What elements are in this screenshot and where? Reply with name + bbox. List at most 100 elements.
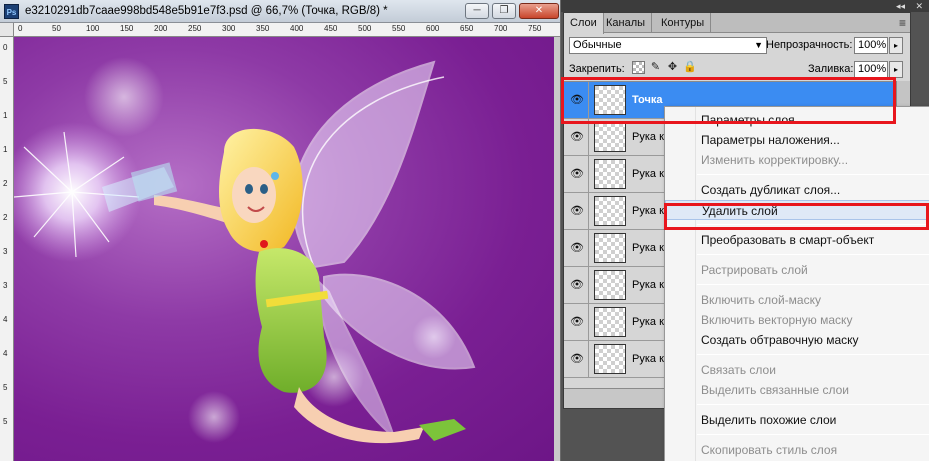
document-window: Ps e3210291db7caae998bd548e5b91e7f3.psd … xyxy=(0,0,560,461)
ruler-tick-label: 500 xyxy=(358,24,372,33)
ruler-tick-label: 200 xyxy=(154,24,168,33)
menu-item: Связать слои xyxy=(701,363,776,377)
layer-context-menu: Параметры слоя... Параметры наложения... И… xyxy=(664,106,929,461)
eye-icon[interactable]: 👁 xyxy=(568,315,586,329)
eye-icon[interactable]: 👁 xyxy=(568,167,586,181)
eye-icon[interactable]: 👁 xyxy=(568,241,586,255)
ruler-tick-label: 750 xyxy=(528,24,542,33)
opacity-slider-arrow-icon[interactable]: ▸ xyxy=(889,37,903,54)
divider xyxy=(588,119,589,156)
menu-item[interactable]: Преобразовать в смарт-объект xyxy=(665,230,929,250)
menu-separator xyxy=(697,254,929,255)
minimize-button[interactable]: ─ xyxy=(465,3,489,19)
fill-slider-arrow-icon[interactable]: ▸ xyxy=(889,61,903,78)
layer-thumbnail[interactable] xyxy=(594,233,626,263)
divider xyxy=(588,230,589,267)
ruler-tick-label: 300 xyxy=(222,24,236,33)
layer-thumbnail[interactable] xyxy=(594,344,626,374)
document-canvas[interactable] xyxy=(14,37,554,461)
ruler-tick-label: 2 xyxy=(3,213,8,222)
chevron-down-icon: ▼ xyxy=(754,40,763,50)
document-titlebar[interactable]: Ps e3210291db7caae998bd548e5b91e7f3.psd … xyxy=(0,0,560,23)
divider xyxy=(588,267,589,304)
divider xyxy=(588,156,589,193)
layer-thumbnail[interactable] xyxy=(594,307,626,337)
eye-icon[interactable]: 👁 xyxy=(568,352,586,366)
menu-item[interactable]: Создать обтравочную маску xyxy=(665,330,929,350)
ruler-tick-label: 5 xyxy=(3,77,8,86)
horizontal-ruler[interactable]: 0 50 100 150 200 250 300 350 400 450 500 550 600 650 7… xyxy=(14,23,560,37)
panel-dock-header[interactable]: ◂◂ ✕ xyxy=(561,0,929,12)
menu-separator xyxy=(697,354,929,355)
lock-brush-icon[interactable]: ✎ xyxy=(649,61,662,74)
lock-transparent-icon[interactable] xyxy=(632,61,645,74)
lock-label: Закрепить: xyxy=(569,63,625,75)
divider xyxy=(588,304,589,341)
ruler-tick-label: 5 xyxy=(3,417,8,426)
layer-name: Рука к xyxy=(632,131,664,143)
ruler-tick-label: 600 xyxy=(426,24,440,33)
ruler-tick-label: 3 xyxy=(3,281,8,290)
eye-icon[interactable]: 👁 xyxy=(568,278,586,292)
restore-button[interactable]: ❐ xyxy=(492,3,516,19)
ruler-tick-label: 1 xyxy=(3,111,8,120)
eye-icon[interactable]: 👁 xyxy=(568,130,586,144)
ruler-tick-label: 2 xyxy=(3,179,8,188)
ruler-tick-label: 700 xyxy=(494,24,508,33)
layer-name: Рука к xyxy=(632,168,664,180)
photoshop-icon: Ps xyxy=(4,4,19,19)
eye-icon[interactable]: 👁 xyxy=(568,204,586,218)
divider xyxy=(588,341,589,378)
tab-layers[interactable]: Слои xyxy=(564,13,604,34)
ruler-tick-label: 0 xyxy=(3,43,8,52)
ruler-corner[interactable] xyxy=(0,23,14,37)
fill-input[interactable]: 100% xyxy=(854,61,888,78)
layer-thumbnail[interactable] xyxy=(594,85,626,115)
panel-tabs: Слои Каналы Контуры ≡ xyxy=(564,13,910,34)
menu-item[interactable]: Создать дубликат слоя... xyxy=(665,180,929,200)
ruler-tick-label: 0 xyxy=(18,24,23,33)
menu-separator xyxy=(697,224,929,225)
opacity-label: Непрозрачность: xyxy=(766,39,853,51)
vertical-ruler[interactable]: 0 5 1 1 2 2 3 3 4 4 5 5 xyxy=(0,37,14,461)
ruler-tick-label: 350 xyxy=(256,24,270,33)
collapse-arrows-icon[interactable]: ◂◂ xyxy=(896,0,905,12)
fill-label: Заливка: xyxy=(808,63,854,75)
eye-icon[interactable]: 👁 xyxy=(568,93,586,107)
lock-move-icon[interactable]: ✥ xyxy=(666,61,679,74)
dock-close-icon[interactable]: ✕ xyxy=(915,0,923,12)
layer-thumbnail[interactable] xyxy=(594,159,626,189)
document-title: e3210291db7caae998bd548e5b91e7f3.psd @ 6… xyxy=(25,5,388,17)
blend-mode-select[interactable]: Обычные ▼ xyxy=(569,37,767,54)
menu-item: Включить слой-маску xyxy=(701,293,821,307)
menu-item[interactable]: Параметры слоя... xyxy=(665,110,929,130)
ruler-tick-label: 250 xyxy=(188,24,202,33)
menu-item[interactable]: Выделить похожие слои xyxy=(665,410,929,430)
tab-paths[interactable]: Контуры xyxy=(655,13,712,33)
layer-name: Рука к xyxy=(632,205,664,217)
canvas-vertical-scrollbar[interactable] xyxy=(554,37,560,461)
menu-item[interactable]: Параметры наложения... xyxy=(665,130,929,150)
panel-menu-icon[interactable]: ≡ xyxy=(899,16,906,30)
lock-all-icon[interactable]: 🔒 xyxy=(683,61,697,74)
ruler-tick-label: 400 xyxy=(290,24,304,33)
ruler-tick-label: 4 xyxy=(3,349,8,358)
layer-name: Точка xyxy=(632,94,663,106)
menu-item: Включить векторную маску xyxy=(701,313,853,327)
ruler-tick-label: 3 xyxy=(3,247,8,256)
layer-name: Рука к xyxy=(632,316,664,328)
menu-item: Скопировать стиль слоя xyxy=(701,443,838,457)
tab-channels[interactable]: Каналы xyxy=(600,13,653,33)
lock-options: ✎ ✥ 🔒 xyxy=(632,61,697,74)
menu-item[interactable]: Удалить слой xyxy=(665,200,929,220)
ruler-tick-label: 150 xyxy=(120,24,134,33)
ruler-tick-label: 5 xyxy=(3,383,8,392)
layer-thumbnail[interactable] xyxy=(594,196,626,226)
layer-name: Рука к xyxy=(632,242,664,254)
opacity-input[interactable]: 100% xyxy=(854,37,888,54)
layer-thumbnail[interactable] xyxy=(594,270,626,300)
layer-thumbnail[interactable] xyxy=(594,122,626,152)
menu-separator xyxy=(697,174,929,175)
close-button[interactable]: ✕ xyxy=(519,3,559,19)
menu-item: Выделить связанные слои xyxy=(701,383,850,397)
